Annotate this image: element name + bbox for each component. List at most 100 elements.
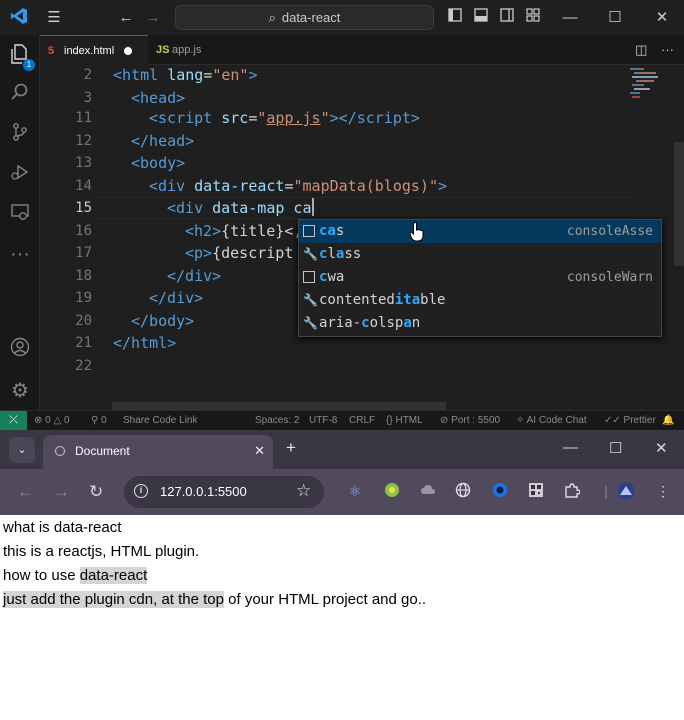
line-number: 2 [83,67,92,83]
browser-tab-strip: ⌄ Document ✕ + — ☐ ✕ [0,430,684,469]
code-line-18: </div> [167,267,222,285]
encoding-status[interactable]: UTF-8 [309,411,337,430]
profile-avatar-icon[interactable] [617,482,635,500]
address-url: 127.0.0.1:5500 [160,484,247,499]
extension-globe-icon[interactable] [454,482,472,500]
page-text-line: what is data-react [3,519,122,536]
back-arrow-icon[interactable]: ← [115,7,137,29]
extensions-puzzle-icon[interactable] [563,482,581,500]
suggestion-detail: consoleWarn [566,270,653,285]
maximize-icon[interactable]: ☐ [603,7,627,29]
line-number: 12 [75,133,92,149]
toggle-secondary-sidebar-icon[interactable] [496,7,518,29]
html5-icon: 5 [48,45,55,57]
extension-blue-ring-icon[interactable] [491,482,509,500]
horizontal-scrollbar[interactable] [112,402,446,410]
suggestion-item[interactable]: cas consoleAsse [299,220,661,243]
forward-arrow-icon[interactable]: → [142,7,164,29]
ai-code-chat-status[interactable]: ✧ AI Code Chat [516,411,587,430]
share-code-link[interactable]: Share Code Link [123,411,198,430]
suggestion-detail: consoleAsse [566,224,653,239]
minimap[interactable] [626,66,666,126]
code-line-12: </head> [131,132,195,150]
browser-close-icon[interactable]: ✕ [655,439,668,457]
more-icon[interactable]: ··· [6,240,34,268]
toggle-primary-sidebar-icon[interactable] [444,7,466,29]
code-line-11: <script src="app.js"></script> [149,109,420,127]
suggestion-item[interactable]: 🔧 class [299,243,661,266]
browser-menu-kebab-icon[interactable]: ⋮ [654,482,672,500]
site-info-icon[interactable]: i [134,484,148,498]
address-bar[interactable]: i 127.0.0.1:5500 [124,476,324,508]
reload-icon[interactable]: ↻ [89,482,103,502]
live-server-port-status[interactable]: ⊘ Port : 5500 [440,411,500,430]
browser-window: ⌄ Document ✕ + — ☐ ✕ ← → ↻ i 127.0.0.1:5… [0,430,684,720]
code-line-16: <h2>{title}<, [185,222,303,240]
text-word-icon [303,271,315,283]
autocomplete-suggestion-widget: cas consoleAsse 🔧 class cwa consoleWarn … [298,219,662,337]
run-debug-icon[interactable] [6,162,34,190]
browser-maximize-icon[interactable]: ☐ [609,439,622,457]
minimize-icon[interactable]: — [558,7,582,29]
page-text-line: how to use data-react [3,567,148,584]
menu-icon[interactable]: ☰ [43,7,65,29]
extension-qr-icon[interactable] [527,482,545,500]
extension-green-icon[interactable] [383,482,401,500]
suggestion-item[interactable]: 🔧 aria-colspan [299,312,661,335]
browser-tab-document[interactable]: Document ✕ [43,435,273,469]
remote-explorer-icon[interactable] [6,202,34,230]
react-devtools-extension-icon[interactable]: ⚛ [346,482,364,500]
code-line-21: </html> [113,334,177,352]
line-number: 21 [75,335,92,351]
toggle-panel-icon[interactable] [470,7,492,29]
search-icon: ⌕ [268,10,276,25]
mouse-hand-cursor-icon [409,222,424,242]
vertical-scrollbar[interactable] [674,142,684,266]
globe-favicon-icon [55,446,65,456]
activity-bar: 1 ··· ⚙ [0,35,40,410]
new-tab-plus-icon[interactable]: + [286,438,296,458]
editor-actions: ◫ ··· [635,35,674,65]
text-selection-highlight: data-react [79,567,148,584]
line-number: 11 [75,110,92,126]
extension-cloud-icon[interactable] [419,482,437,500]
problems-status[interactable]: ⊗ 0 △ 0 [34,411,70,430]
unsaved-dot-icon[interactable] [124,47,132,55]
language-mode-status[interactable]: {} HTML [386,411,423,430]
tab-close-icon[interactable]: ✕ [254,435,265,467]
more-actions-icon[interactable]: ··· [661,42,674,57]
suggestion-item[interactable]: 🔧 contenteditable [299,289,661,312]
code-line-2: <html lang="en"> [113,66,258,84]
vscode-logo-icon [8,7,30,29]
browser-minimize-icon[interactable]: — [563,439,578,456]
eol-status[interactable]: CRLF [349,411,375,430]
suggestion-item[interactable]: cwa consoleWarn [299,266,661,289]
settings-gear-icon[interactable]: ⚙ [6,377,34,405]
tab-app-js[interactable]: JS app.js [148,35,234,65]
browser-forward-icon[interactable]: → [53,482,70,502]
customize-layout-icon[interactable] [522,7,544,29]
line-number: 14 [75,178,92,194]
close-icon[interactable]: ✕ [650,7,674,29]
account-icon[interactable] [6,337,34,365]
line-number: 3 [83,90,92,106]
command-center-search[interactable]: ⌕ data-react [175,5,434,30]
line-number: 20 [75,313,92,329]
explorer-icon[interactable]: 1 [6,43,35,71]
remote-indicator-icon[interactable]: ⤫ [0,411,27,430]
split-editor-icon[interactable]: ◫ [635,42,647,57]
indentation-status[interactable]: Spaces: 2 [255,411,299,430]
bookmark-star-icon[interactable]: ☆ [296,481,311,501]
search-view-icon[interactable] [6,82,34,110]
vscode-window: ☰ ← → ⌕ data-react — ☐ ✕ 1 ··· ⚙ 5 index… [0,0,684,430]
ports-status[interactable]: ⚲ 0 [91,411,107,430]
browser-toolbar: ← → ↻ i 127.0.0.1:5500 ☆ ⚛ | ⋮ [0,469,684,515]
prettier-status[interactable]: ✓✓ Prettier [604,411,656,430]
notifications-bell-icon[interactable]: 🔔 [662,411,674,430]
tab-search-chevron-icon[interactable]: ⌄ [9,437,35,463]
tab-index-html[interactable]: 5 index.html [40,35,148,65]
source-control-icon[interactable] [6,122,34,150]
code-line-17: <p>{descript [185,244,294,262]
browser-back-icon[interactable]: ← [17,482,34,502]
code-line-13: <body> [131,154,186,172]
